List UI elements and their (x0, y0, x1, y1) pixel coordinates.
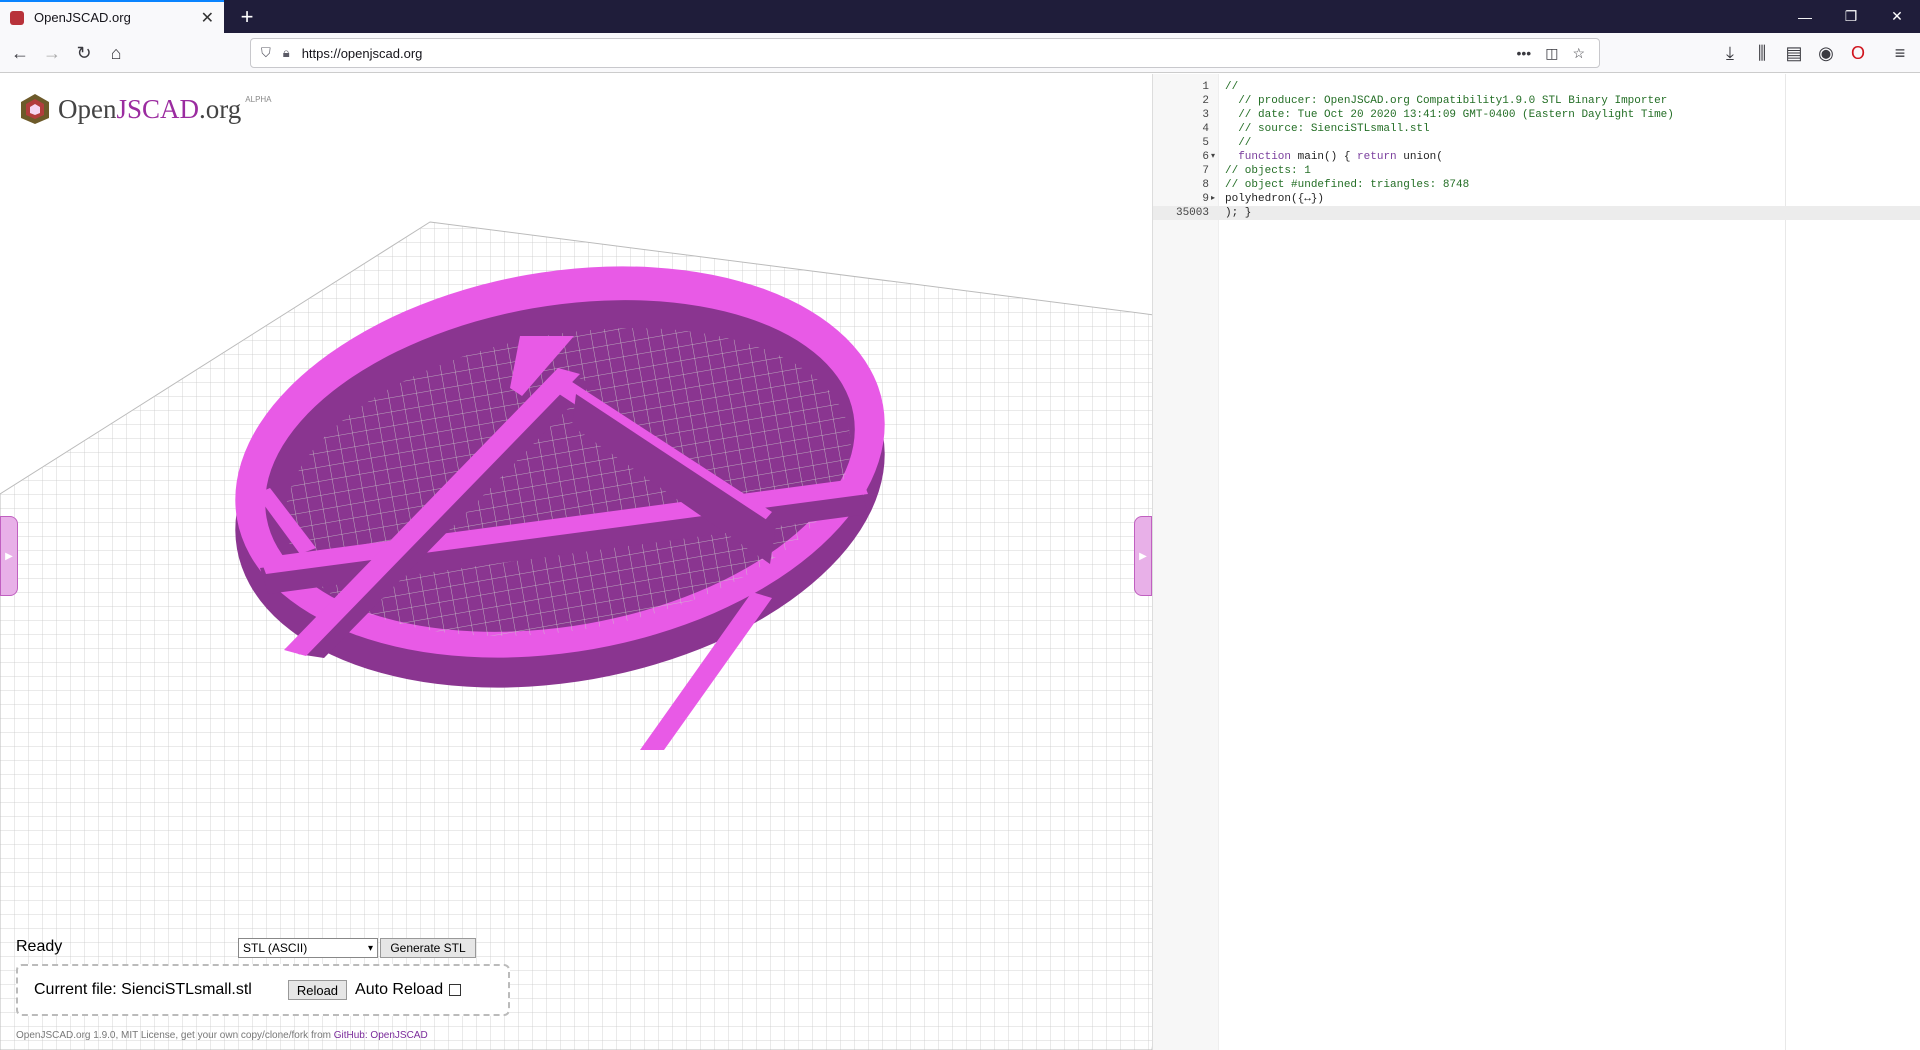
code-text: // (1225, 137, 1252, 149)
viewport-canvas[interactable] (0, 74, 1152, 1050)
reload-icon[interactable]: ↻ (70, 39, 98, 67)
footer: OpenJSCAD.org 1.9.0, MIT License, get yo… (16, 1030, 428, 1041)
status-text: Ready (16, 938, 63, 955)
line-number: 2 (1202, 95, 1209, 107)
current-file-label: Current file: SienciSTLsmall.stl (34, 981, 252, 998)
url-text[interactable]: https://openjscad.org (302, 46, 1517, 61)
generate-stl-button[interactable]: Generate STL (380, 938, 476, 958)
github-link[interactable]: GitHub: OpenJSCAD (334, 1030, 428, 1041)
browser-tab[interactable]: OpenJSCAD.org ✕ (0, 0, 224, 33)
code-text: // source: SienciSTLsmall.stl (1225, 123, 1430, 135)
sidebar-icon[interactable]: ▤ (1780, 39, 1808, 67)
line-number: 3 (1202, 109, 1209, 121)
code-text: ); } (1225, 207, 1252, 219)
close-window-button[interactable]: ✕ (1874, 0, 1920, 33)
file-panel: Current file: SienciSTLsmall.stl Reload … (16, 964, 510, 1016)
line-number: 35003 (1175, 207, 1209, 219)
code-line[interactable]: 5 // (1153, 136, 1920, 150)
downloads-icon[interactable]: ⤓ (1716, 39, 1744, 67)
back-icon[interactable]: ← (6, 39, 34, 67)
address-bar[interactable]: ⛉ 🔒︎ https://openjscad.org ••• ◫ ☆ (250, 38, 1600, 68)
line-number: 9 (1202, 193, 1209, 205)
close-tab-icon[interactable]: ✕ (201, 8, 214, 28)
code-line[interactable]: 3 // date: Tue Oct 20 2020 13:41:09 GMT-… (1153, 108, 1920, 122)
forward-icon[interactable]: → (38, 39, 66, 67)
logo-cube-icon (21, 94, 49, 124)
left-panel-toggle[interactable]: ▶ (0, 516, 18, 596)
format-select-value: STL (ASCII) (243, 941, 308, 955)
code-text: polyhedron({↔}) (1225, 193, 1325, 205)
restore-window-button[interactable]: ❐ (1828, 0, 1874, 33)
minimize-window-button[interactable]: — (1782, 0, 1828, 33)
code-text: // date: Tue Oct 20 2020 13:41:09 GMT-04… (1225, 109, 1674, 121)
code-text: // producer: OpenJSCAD.org Compatibility… (1225, 95, 1668, 107)
footer-text: OpenJSCAD.org 1.9.0, MIT License, get yo… (16, 1030, 334, 1041)
3d-viewer[interactable]: OpenJSCAD.org ALPHA ▶ ▶ Ready STL (ASCII… (0, 74, 1152, 1050)
line-number-gutter (1153, 74, 1219, 1050)
browser-tab-strip: OpenJSCAD.org ✕ + — ❐ ✕ (0, 0, 1920, 33)
code-text: function main() { return union( (1225, 151, 1443, 163)
auto-reload-toggle[interactable]: Auto Reload (355, 981, 462, 999)
line-number: 7 (1202, 165, 1209, 177)
code-line[interactable]: 9 ▸ polyhedron({↔}) (1153, 192, 1920, 206)
logo-text: OpenJSCAD.org (58, 93, 242, 124)
openjscad-logo[interactable]: OpenJSCAD.org ALPHA (18, 92, 272, 126)
code-editor[interactable]: 1//2 // producer: OpenJSCAD.org Compatib… (1152, 74, 1920, 1050)
bookmark-star-icon[interactable]: ☆ (1572, 45, 1585, 62)
fold-toggle-icon[interactable]: ▸ (1211, 192, 1215, 206)
print-margin (1785, 74, 1786, 1050)
page-actions-icon[interactable]: ••• (1516, 45, 1531, 61)
library-icon[interactable]: ⫼ (1748, 39, 1776, 67)
new-tab-button[interactable]: + (232, 2, 262, 32)
right-panel-toggle[interactable]: ▶ (1134, 516, 1152, 596)
code-text: // objects: 1 (1225, 165, 1311, 177)
lock-icon: 🔒︎ (282, 45, 290, 60)
pocket-icon[interactable]: ◫ (1545, 45, 1558, 62)
line-number: 5 (1202, 137, 1209, 149)
code-line[interactable]: 1 // (1153, 80, 1920, 94)
code-line[interactable]: 8 // object #undefined: triangles: 8748 (1153, 178, 1920, 192)
browser-navigation-bar: ← → ↻ ⌂ ⛉ 🔒︎ https://openjscad.org ••• ◫… (0, 33, 1920, 73)
line-number: 8 (1202, 179, 1209, 191)
shield-icon[interactable]: ⛉ (261, 45, 271, 61)
reload-button[interactable]: Reload (287, 980, 348, 1000)
code-line[interactable]: 2 // producer: OpenJSCAD.org Compatibili… (1153, 94, 1920, 108)
code-line[interactable]: 35003 ); } (1153, 206, 1920, 220)
fold-toggle-icon[interactable]: ▾ (1211, 150, 1215, 164)
code-line[interactable]: 4 // source: SienciSTLsmall.stl (1153, 122, 1920, 136)
code-text: // (1225, 81, 1239, 93)
tab-title: OpenJSCAD.org (34, 10, 131, 25)
line-number: 1 (1202, 81, 1209, 93)
line-number: 4 (1202, 123, 1209, 135)
auto-reload-checkbox[interactable] (449, 984, 462, 996)
auto-reload-label: Auto Reload (355, 981, 444, 998)
code-line[interactable]: 7 // objects: 1 (1153, 164, 1920, 178)
alpha-badge: ALPHA (245, 94, 272, 104)
menu-icon[interactable]: ≡ (1886, 39, 1914, 67)
opera-extension-icon[interactable]: O (1844, 39, 1872, 67)
output-format-select[interactable]: STL (ASCII) ▾ (238, 938, 378, 958)
code-line[interactable]: 6 ▾ function main() { return union( (1153, 150, 1920, 164)
site-favicon-icon (10, 10, 24, 25)
code-text: // object #undefined: triangles: 8748 (1225, 179, 1470, 191)
line-number: 6 (1202, 151, 1209, 163)
account-icon[interactable]: ◉ (1812, 39, 1840, 67)
home-icon[interactable]: ⌂ (102, 39, 130, 67)
chevron-down-icon: ▾ (367, 942, 373, 954)
